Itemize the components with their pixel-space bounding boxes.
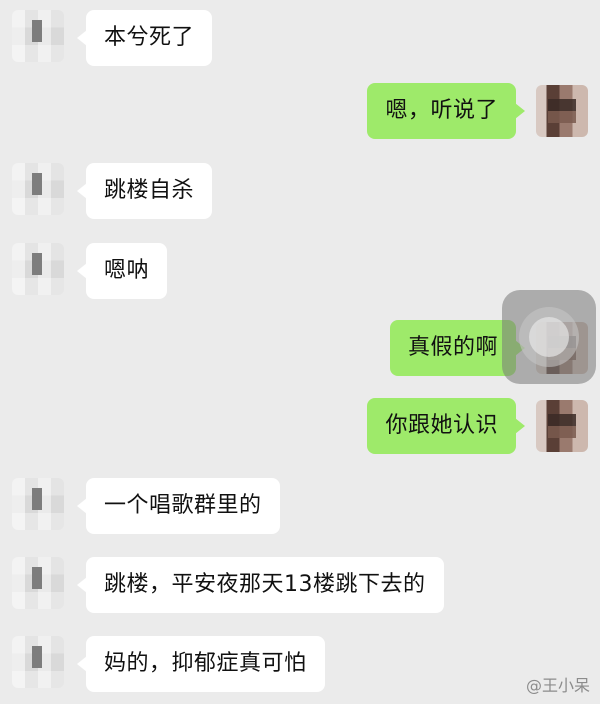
message-bubble[interactable]: 真假的啊 [389, 320, 526, 376]
message-bubble[interactable]: 跳楼自杀 [76, 163, 213, 219]
self-avatar[interactable] [536, 400, 588, 452]
contact-avatar[interactable] [12, 636, 64, 688]
assistive-ring-inner [529, 317, 569, 357]
contact-avatar[interactable] [12, 163, 64, 215]
contact-avatar[interactable] [12, 243, 64, 295]
contact-avatar[interactable] [12, 478, 64, 530]
message-bubble[interactable]: 跳楼，平安夜那天13楼跳下去的 [77, 557, 444, 613]
watermark: @王小呆 [525, 676, 590, 695]
message-bubble[interactable]: 一个唱歌群里的 [77, 478, 280, 534]
self-avatar[interactable] [536, 85, 588, 137]
message-bubble[interactable]: 本兮死了 [76, 10, 213, 66]
contact-avatar[interactable] [12, 557, 64, 609]
contact-avatar[interactable] [12, 10, 64, 62]
message-bubble[interactable]: 妈的，抑郁症真可怕 [77, 636, 325, 692]
message-bubble[interactable]: 你跟她认识 [367, 398, 525, 454]
message-bubble[interactable]: 嗯，听说了 [367, 83, 525, 139]
assistive-touch-button[interactable] [502, 290, 596, 384]
message-bubble[interactable]: 嗯呐 [76, 243, 168, 299]
